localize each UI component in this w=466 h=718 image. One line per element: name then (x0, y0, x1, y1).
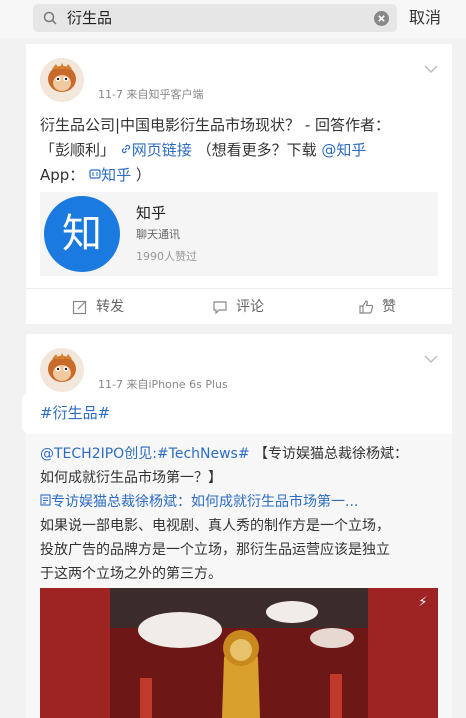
mall-event-photo (40, 588, 438, 718)
post-actions: 转发 评论 赞 (26, 288, 452, 325)
post-text-line: 「彭顺利」 网页链接 （想看更多？下载 @知乎 (40, 141, 367, 159)
hashtag-link[interactable]: #衍生品# (40, 402, 110, 423)
app-link[interactable]: 知乎 (89, 166, 131, 184)
repost-text: @TECH2IPO创见:#TechNews# 【专访娱猫总裁徐杨斌： 如何成就衍… (40, 442, 440, 586)
repost-text-line: 如何成就衍生品市场第一？】 (40, 470, 222, 486)
repost-text-line: 如果说一部电影、电视剧、真人秀的制作方是一个立场， (40, 518, 390, 534)
chevron-down-icon[interactable] (424, 64, 438, 74)
photo-badge-icon: ⚡ (418, 595, 428, 610)
search-input[interactable]: 衍生品 (33, 4, 397, 32)
monkey-avatar-icon (40, 58, 84, 102)
mention-link[interactable]: @TECH2IPO创见: (40, 446, 157, 462)
post-meta: 11-7 来自iPhone 6s Plus (98, 378, 228, 391)
app-category: 聊天通讯 (136, 228, 180, 241)
web-link[interactable]: 网页链接 (120, 141, 192, 159)
comment-icon (213, 301, 227, 315)
search-query: 衍生品 (67, 9, 113, 27)
avatar[interactable] (40, 348, 84, 392)
zhihu-logo: 知 (44, 196, 120, 272)
app-likes: 1990人赞过 (136, 250, 197, 263)
repost-icon (72, 300, 87, 315)
post-text-line: App： 知乎 ） (40, 166, 151, 184)
app-card[interactable]: 知 知乎 聊天通讯 1990人赞过 (40, 192, 438, 276)
post-text: 衍生品公司|中国电影衍生品市场现状？ - 回答作者： 「彭顺利」 网页链接 （想… (40, 113, 440, 188)
hashtag-link[interactable]: #TechNews# (157, 446, 250, 462)
link-icon (121, 144, 130, 154)
search-icon (43, 11, 57, 25)
avatar[interactable] (40, 58, 84, 102)
reposted-content[interactable]: @TECH2IPO创见:#TechNews# 【专访娱猫总裁徐杨斌： 如何成就衍… (26, 434, 452, 718)
repost-text-line: @TECH2IPO创见:#TechNews# 【专访娱猫总裁徐杨斌： (40, 446, 409, 462)
repost-text-line: 投放广告的品牌方是一个立场，那衍生品运营应该是独立 (40, 542, 390, 558)
hashtag-bar[interactable]: #衍生品# (22, 392, 452, 434)
repost-text-line: 于这两个立场之外的第三方。 (40, 566, 222, 582)
app-name: 知乎 (136, 204, 167, 222)
top-search-bar: 衍生品 取消 (0, 0, 466, 38)
article-link[interactable]: 专访娱猫总裁徐杨斌：如何成就衍生品市场第一... (40, 490, 440, 514)
post-text-line: 衍生品公司|中国电影衍生品市场现状？ - 回答作者： (40, 116, 391, 134)
post-meta: 11-7 来自知乎客户端 (98, 88, 204, 101)
monkey-avatar-icon (40, 348, 84, 392)
chevron-down-icon[interactable] (424, 354, 438, 364)
clear-icon[interactable] (374, 11, 389, 26)
cancel-button[interactable]: 取消 (409, 7, 441, 29)
post-card[interactable]: 11-7 来自知乎客户端 衍生品公司|中国电影衍生品市场现状？ - 回答作者： … (26, 44, 452, 324)
mention-link[interactable]: @知乎 (321, 141, 366, 159)
article-icon (40, 494, 51, 506)
post-photo[interactable]: ⚡ (40, 588, 438, 718)
like-icon (359, 300, 374, 314)
app-icon (89, 169, 101, 179)
